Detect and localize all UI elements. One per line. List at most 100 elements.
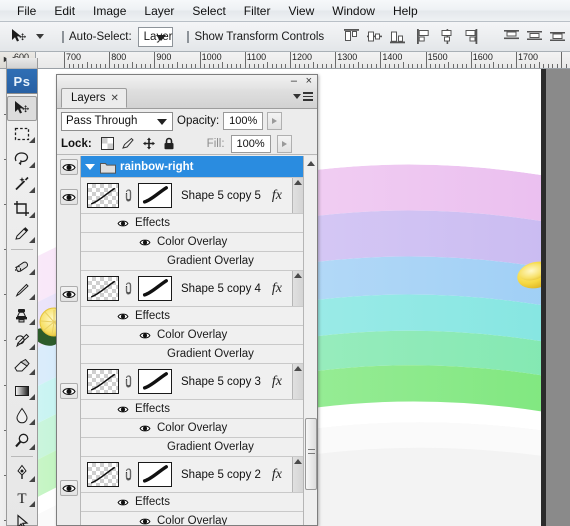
eye-icon[interactable]	[117, 498, 129, 507]
clone-stamp-tool[interactable]	[7, 303, 37, 328]
link-icon[interactable]	[124, 188, 133, 204]
magic-wand-tool[interactable]	[7, 171, 37, 196]
layer-thumbnail[interactable]	[87, 183, 119, 208]
eye-icon[interactable]	[62, 162, 76, 173]
menu-image[interactable]: Image	[84, 2, 135, 20]
close-icon[interactable]: ×	[306, 76, 312, 87]
eye-icon[interactable]	[62, 192, 76, 203]
gradient-tool[interactable]	[7, 378, 37, 403]
eyedropper-tool[interactable]	[7, 221, 37, 246]
layer-group-row[interactable]: rainbow-right	[81, 156, 303, 178]
link-icon[interactable]	[124, 374, 133, 390]
tools-panel-drag-handle[interactable]	[7, 58, 37, 69]
row-expand-caret[interactable]	[292, 457, 303, 492]
path-selection-tool[interactable]	[7, 510, 37, 526]
eye-icon[interactable]	[62, 386, 76, 397]
tool-flyout-indicator[interactable]	[29, 369, 35, 375]
layer-thumbnail[interactable]	[87, 276, 119, 301]
blur-tool[interactable]	[7, 403, 37, 428]
menu-layer[interactable]: Layer	[135, 2, 183, 20]
align-top-edges-button[interactable]	[343, 28, 360, 45]
distribute-vertical-centers-button[interactable]	[526, 28, 543, 45]
history-brush-tool[interactable]	[7, 328, 37, 353]
fill-slider-button[interactable]	[276, 134, 292, 153]
scroll-up-button[interactable]	[304, 156, 317, 170]
tools-panel[interactable]: Ps T	[6, 58, 38, 526]
layer-mask-thumbnail[interactable]	[138, 369, 172, 394]
eye-icon[interactable]	[139, 424, 151, 433]
layer-mask-thumbnail[interactable]	[138, 462, 172, 487]
layer-visibility-toggle[interactable]	[60, 189, 78, 205]
tool-flyout-indicator[interactable]	[29, 162, 35, 168]
align-right-edges-button[interactable]	[462, 28, 479, 45]
tool-flyout-indicator[interactable]	[29, 294, 35, 300]
layer-effect-row[interactable]: Gradient Overlay	[81, 252, 303, 271]
layer-effect-row[interactable]: Color Overlay	[81, 326, 303, 345]
show-transform-controls-checkbox[interactable]	[187, 30, 190, 43]
eye-icon[interactable]	[139, 331, 151, 340]
opacity-input[interactable]: 100%	[223, 112, 264, 130]
link-icon[interactable]	[124, 281, 133, 297]
layer-thumbnail[interactable]	[87, 462, 119, 487]
align-vertical-centers-button[interactable]	[366, 28, 383, 45]
move-tool[interactable]	[7, 96, 37, 121]
eye-icon[interactable]	[117, 219, 129, 228]
crop-tool[interactable]	[7, 196, 37, 221]
layer-row[interactable]: Shape 5 copy 3 fx	[81, 364, 303, 400]
opacity-slider-button[interactable]	[267, 112, 283, 130]
layer-row[interactable]: Shape 5 copy 5 fx	[81, 178, 303, 214]
layers-list[interactable]: rainbow-right Shape 5 copy 5 fx Effects Colo…	[57, 156, 317, 525]
layers-scrollbar[interactable]	[303, 156, 317, 525]
eye-icon[interactable]	[117, 405, 129, 414]
layer-rows[interactable]: rainbow-right Shape 5 copy 5 fx Effects Colo…	[81, 156, 303, 525]
link-icon[interactable]	[124, 467, 133, 483]
tool-flyout-indicator[interactable]	[29, 212, 35, 218]
lasso-tool[interactable]	[7, 146, 37, 171]
tab-close-icon[interactable]: ✕	[111, 93, 119, 104]
tool-flyout-indicator[interactable]	[29, 444, 35, 450]
layer-effect-row[interactable]: Color Overlay	[81, 233, 303, 252]
tab-layers[interactable]: Layers ✕	[61, 88, 127, 108]
layer-mask-link-icon[interactable]	[124, 187, 133, 205]
eye-icon[interactable]	[117, 312, 129, 321]
distribute-bottom-edges-button[interactable]	[549, 28, 566, 45]
eye-icon[interactable]	[139, 238, 151, 247]
lock-transparent-pixels-icon[interactable]	[100, 137, 114, 150]
layer-effect-row[interactable]: Color Overlay	[81, 512, 303, 525]
layer-thumbnail[interactable]	[87, 369, 119, 394]
menu-window[interactable]: Window	[323, 2, 384, 20]
layers-panel[interactable]: – × Layers ✕ Pass Through Opacity: 100% …	[56, 74, 318, 526]
panel-menu-button[interactable]	[293, 92, 313, 101]
eye-icon[interactable]	[139, 517, 151, 526]
disclosure-triangle-icon[interactable]	[85, 163, 95, 170]
menu-view[interactable]: View	[279, 2, 323, 20]
horizontal-ruler[interactable]: 700 800 900 1000 1100 1200 1300 1400 1500 1600 170…	[36, 52, 570, 69]
layer-mask-thumbnail[interactable]	[138, 183, 172, 208]
healing-brush-tool[interactable]	[7, 253, 37, 278]
layer-effects-row[interactable]: Effects	[81, 214, 303, 233]
minimize-icon[interactable]: –	[291, 76, 297, 87]
tool-preset-chevron-icon[interactable]	[36, 34, 44, 39]
layer-visibility-toggle[interactable]	[60, 159, 78, 175]
layer-effects-fx-icon[interactable]: fx	[272, 467, 282, 483]
blend-mode-select[interactable]: Pass Through	[61, 111, 173, 131]
horizontal-type-tool[interactable]: T	[7, 485, 37, 510]
tool-flyout-indicator[interactable]	[29, 419, 35, 425]
tool-flyout-indicator[interactable]	[29, 237, 35, 243]
tool-preset-picker[interactable]	[2, 26, 48, 48]
layer-mask-link-icon[interactable]	[124, 466, 133, 484]
layer-effects-row[interactable]: Effects	[81, 493, 303, 512]
dodge-tool[interactable]	[7, 428, 37, 453]
layer-row[interactable]: Shape 5 copy 4 fx	[81, 271, 303, 307]
distribute-top-edges-button[interactable]	[503, 28, 520, 45]
tool-flyout-indicator[interactable]	[29, 394, 35, 400]
layer-effect-row[interactable]: Gradient Overlay	[81, 345, 303, 364]
tool-flyout-indicator[interactable]	[29, 187, 35, 193]
menu-file[interactable]: File	[8, 2, 45, 20]
menu-filter[interactable]: Filter	[235, 2, 280, 20]
align-horizontal-centers-button[interactable]	[439, 28, 456, 45]
fill-input[interactable]: 100%	[230, 134, 271, 153]
align-left-edges-button[interactable]	[416, 28, 433, 45]
layer-effect-row[interactable]: Color Overlay	[81, 419, 303, 438]
layer-effect-row[interactable]: Gradient Overlay	[81, 438, 303, 457]
